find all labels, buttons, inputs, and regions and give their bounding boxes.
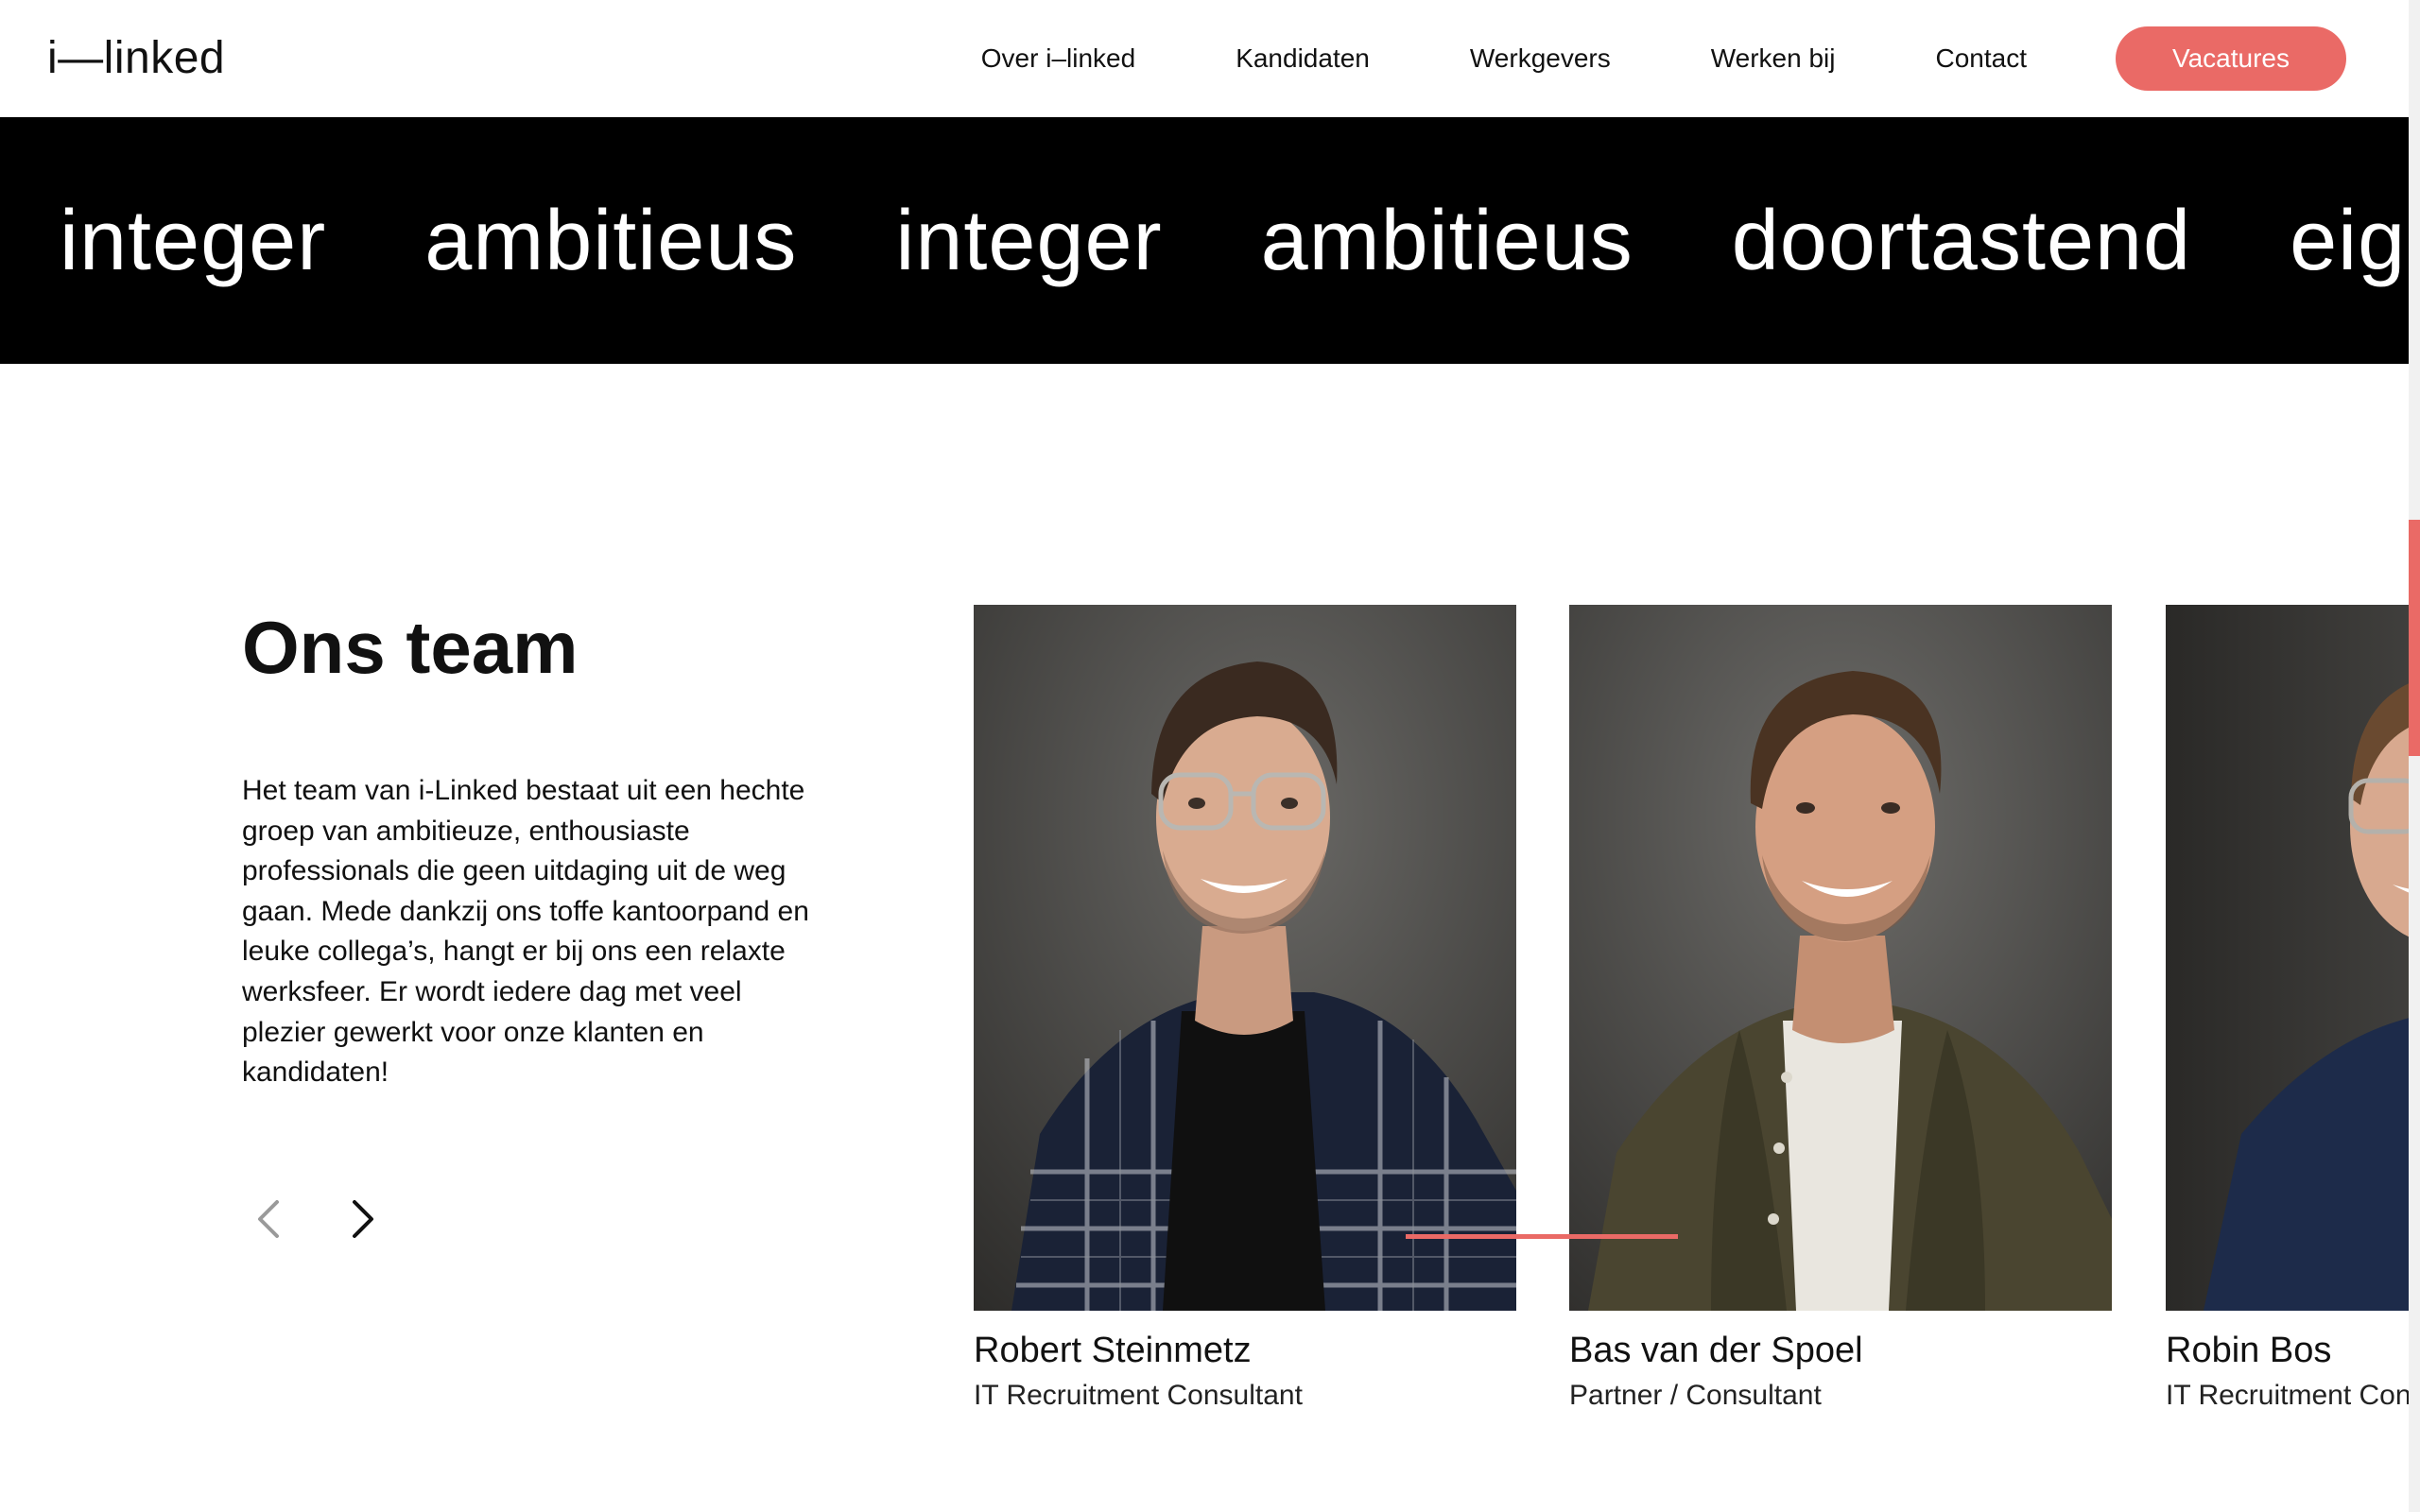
team-member-photo	[974, 605, 1516, 1311]
team-description: Het team van i-Linked bestaat uit een he…	[242, 775, 809, 1089]
vacatures-button[interactable]: Vacatures	[2116, 26, 2346, 91]
carousel-next-button[interactable]	[342, 1191, 384, 1247]
portrait-image	[974, 605, 1516, 1311]
site-header: i—linked Over i–linked Kandidaten Werkge…	[0, 0, 2409, 117]
scrollbar-thumb[interactable]	[2409, 520, 2420, 756]
team-member-role: IT Recruitment Consultant	[974, 1380, 1303, 1411]
values-track: integer ambitieus integer ambitieus door…	[60, 117, 2409, 364]
team-member-name: Robin Bos	[2166, 1331, 2332, 1370]
logo[interactable]: i—linked	[47, 32, 225, 85]
values-marquee: integer ambitieus integer ambitieus door…	[0, 117, 2409, 364]
nav-kandidaten[interactable]: Kandidaten	[1236, 26, 1370, 91]
value-word: integer	[895, 193, 1163, 288]
team-member-name: Robert Steinmetz	[974, 1331, 1252, 1370]
nav-werken-bij[interactable]: Werken bij	[1711, 26, 1836, 91]
team-member-role: Partner / Consultant	[1569, 1380, 1822, 1411]
value-word: ambitieus	[1260, 193, 1634, 288]
value-word: integer	[60, 193, 327, 288]
nav-contact[interactable]: Contact	[1936, 26, 2028, 91]
nav-werkgevers[interactable]: Werkgevers	[1470, 26, 1611, 91]
team-member-card[interactable]: Robin Bos IT Recruitment Consultant	[2166, 605, 2409, 1415]
scrollbar-track[interactable]	[2409, 0, 2420, 1512]
carousel-prev-button[interactable]	[248, 1191, 289, 1247]
portrait-image	[1569, 605, 2112, 1311]
nav-over-ilinked[interactable]: Over i–linked	[981, 26, 1135, 91]
team-member-name: Bas van der Spoel	[1569, 1331, 1863, 1370]
portrait-image	[2166, 605, 2409, 1311]
team-member-role: IT Recruitment Consultant	[2166, 1380, 2409, 1411]
chevron-right-icon	[353, 1200, 373, 1238]
team-member-photo	[1569, 605, 2112, 1311]
value-word: ambitieus	[424, 193, 798, 288]
chevron-left-icon	[258, 1200, 279, 1238]
value-word: doortastend	[1731, 193, 2192, 288]
team-member-card[interactable]: Robert Steinmetz IT Recruitment Consulta…	[974, 605, 1516, 1415]
page: i—linked Over i–linked Kandidaten Werkge…	[0, 0, 2420, 1512]
value-word: eigenwijs	[2290, 193, 2409, 288]
team-member-photo	[2166, 605, 2409, 1311]
main-nav: Over i–linked Kandidaten Werkgevers Werk…	[981, 26, 2346, 91]
team-carousel[interactable]: Robert Steinmetz IT Recruitment Consulta…	[974, 605, 2409, 1436]
team-member-card[interactable]: Bas van der Spoel Partner / Consultant	[1569, 605, 2112, 1415]
carousel-progress-line	[1406, 1234, 1678, 1239]
team-title: Ons team	[242, 606, 579, 689]
